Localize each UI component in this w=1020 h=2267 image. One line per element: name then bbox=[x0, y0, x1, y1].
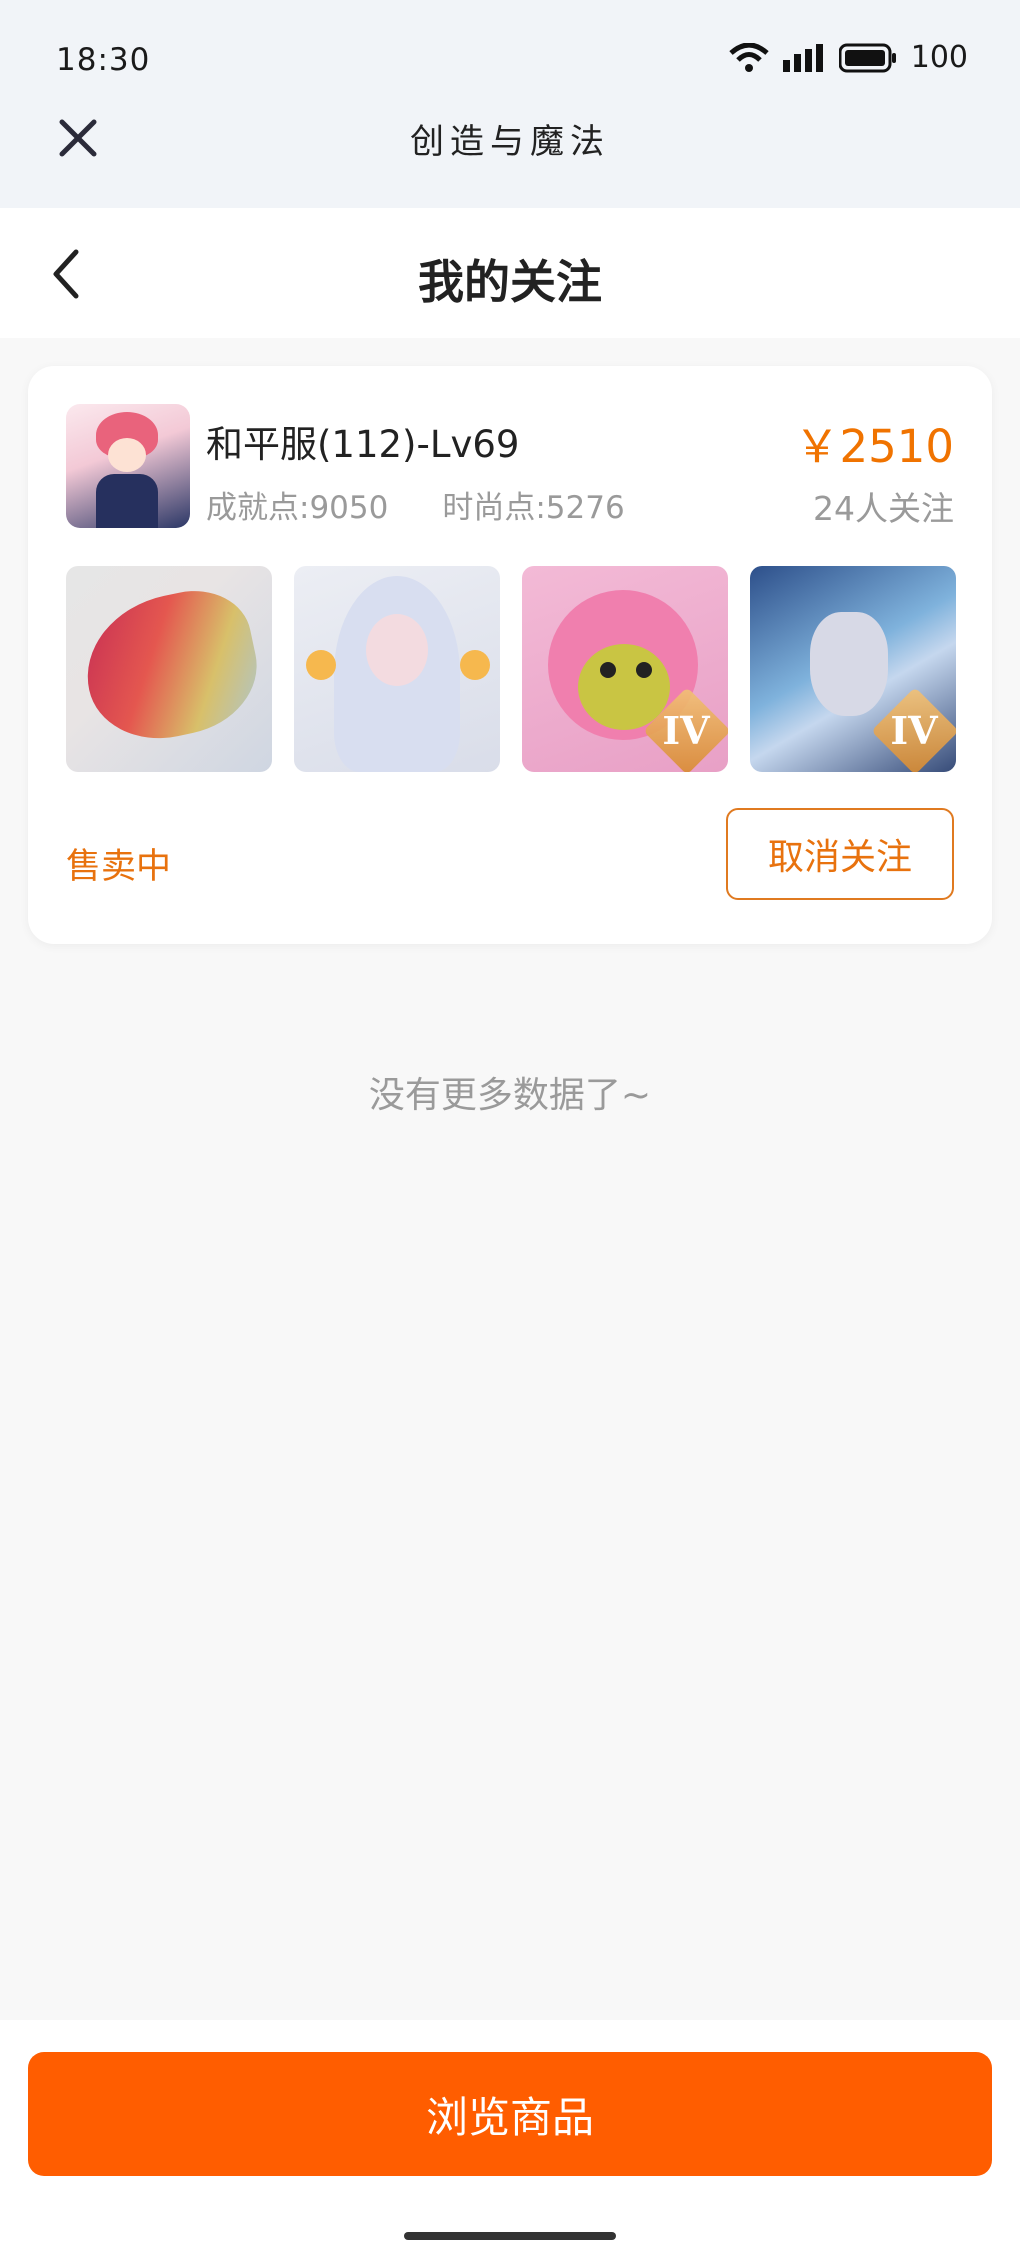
fashion-points: 时尚点:5276 bbox=[442, 490, 625, 526]
status-icons: 100 bbox=[729, 40, 968, 75]
status-time: 18:30 bbox=[56, 42, 151, 78]
app-nav-bar: 创造与魔法 bbox=[0, 92, 1020, 208]
list-end-text: 没有更多数据了~ bbox=[368, 1075, 652, 1116]
battery-level: 100 bbox=[910, 40, 968, 75]
grade-badge-label: IV bbox=[890, 707, 938, 753]
item-avatar bbox=[66, 404, 190, 528]
item-stats: 成就点:9050 时尚点:5276 bbox=[206, 482, 625, 527]
sale-status: 售卖中 bbox=[66, 847, 172, 887]
battery-icon bbox=[838, 43, 896, 72]
follower-count: 24人关注 bbox=[813, 489, 954, 528]
app-title: 创造与魔法 bbox=[410, 122, 610, 162]
thumbnail-knight[interactable]: IV bbox=[750, 566, 956, 772]
bottom-bar: 浏览商品 bbox=[0, 2020, 1020, 2267]
signal-icon bbox=[782, 43, 823, 72]
home-indicator bbox=[404, 2232, 616, 2240]
wifi-icon bbox=[729, 42, 769, 72]
browse-products-button[interactable]: 浏览商品 bbox=[28, 2052, 992, 2176]
thumbnail-character[interactable] bbox=[294, 566, 500, 772]
page-header: 我的关注 bbox=[0, 208, 1020, 338]
followed-item-card[interactable]: 和平服(112)-Lv69 成就点:9050 时尚点:5276 ￥2510 24人… bbox=[28, 366, 992, 944]
unfollow-button[interactable]: 取消关注 bbox=[726, 808, 954, 900]
item-title: 和平服(112)-Lv69 bbox=[206, 423, 520, 466]
thumbnail-bear[interactable]: IV bbox=[522, 566, 728, 772]
item-thumbnails: IV IV bbox=[66, 566, 956, 772]
page-title: 我的关注 bbox=[418, 255, 602, 309]
thumbnail-dragon[interactable] bbox=[66, 566, 272, 772]
achievement-points: 成就点:9050 bbox=[206, 490, 389, 526]
item-price: ￥2510 bbox=[794, 420, 954, 473]
grade-badge-label: IV bbox=[662, 707, 710, 753]
